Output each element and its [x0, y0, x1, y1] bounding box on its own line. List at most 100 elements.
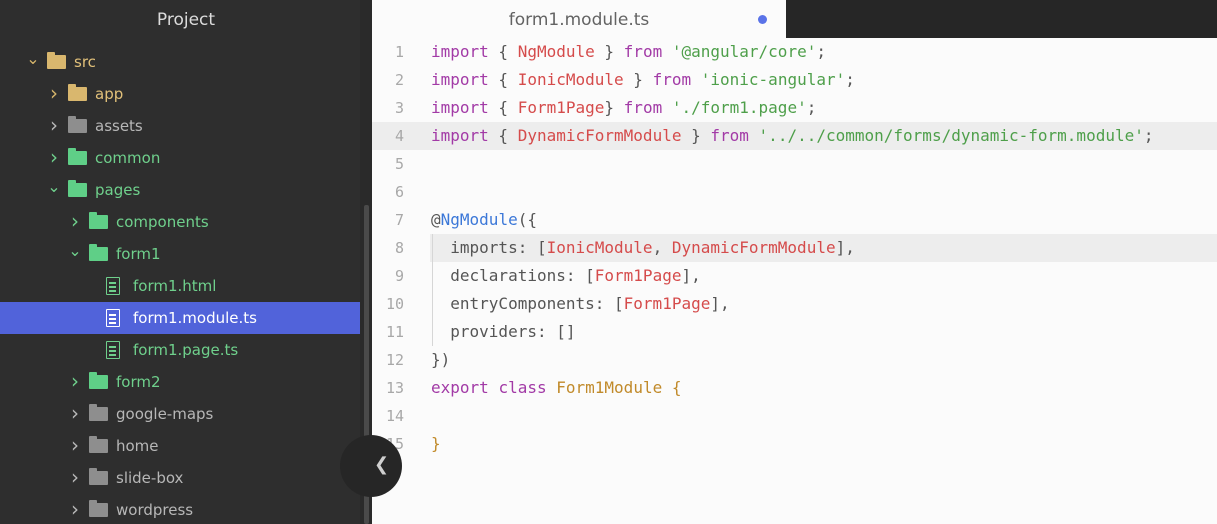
code-line[interactable]: 3 import { Form1Page} from './form1.page'… — [372, 94, 1217, 122]
chevron-right-icon[interactable]: › — [66, 209, 84, 233]
modified-indicator-icon[interactable] — [758, 15, 767, 24]
tab-label: form1.module.ts — [508, 10, 650, 30]
code-text: @NgModule({ — [431, 206, 537, 234]
tree-item-label: home — [116, 437, 159, 455]
code-line[interactable]: 4 import { DynamicFormModule } from '../.… — [372, 122, 1217, 150]
file-icon — [106, 341, 120, 359]
file-icon — [106, 309, 120, 327]
chevron-down-icon[interactable]: ⌄ — [45, 177, 63, 196]
code-token: ], — [681, 266, 701, 285]
code-line[interactable]: 2 import { IonicModule } from 'ionic-angu… — [372, 66, 1217, 94]
chevron-left-icon: ❮ — [374, 454, 390, 475]
code-line[interactable]: 5 — [372, 150, 1217, 178]
tree-folder-common[interactable]: › common — [0, 142, 360, 174]
code-line[interactable]: 11 providers: [] — [372, 318, 1217, 346]
chevron-right-icon[interactable]: › — [66, 465, 84, 489]
folder-icon — [89, 436, 108, 453]
code-token: } — [604, 98, 624, 117]
tree-file-form1-module-ts[interactable]: form1.module.ts — [0, 302, 360, 334]
code-token: DynamicFormModule — [671, 238, 836, 257]
tree-folder-slide-box[interactable]: › slide-box — [0, 462, 360, 494]
line-number: 5 — [394, 155, 404, 173]
folder-icon — [89, 212, 108, 229]
tree-file-form1-html[interactable]: form1.html — [0, 270, 360, 302]
line-number: 6 — [394, 183, 404, 201]
code-token: import — [431, 126, 489, 145]
code-text: import { DynamicFormModule } from '../..… — [431, 122, 1154, 150]
tree-folder-form2[interactable]: › form2 — [0, 366, 360, 398]
code-token: DynamicFormModule — [517, 126, 682, 145]
code-line[interactable]: 8 imports: [IonicModule, DynamicFormModu… — [372, 234, 1217, 262]
code-token: IonicModule — [517, 70, 624, 89]
code-token: from — [652, 70, 692, 89]
chevron-right-icon[interactable]: › — [66, 497, 84, 521]
tree-folder-wordpress[interactable]: › wordpress — [0, 494, 360, 524]
chevron-down-icon[interactable]: ⌄ — [66, 241, 84, 260]
code-line[interactable]: 13 export class Form1Module { — [372, 374, 1217, 402]
folder-icon — [68, 84, 87, 101]
tree-item-label: form1.page.ts — [133, 341, 239, 359]
code-token: declarations: [ — [431, 266, 595, 285]
code-line[interactable]: 15} — [372, 430, 1217, 458]
code-token: }) — [431, 350, 451, 369]
tree-folder-src[interactable]: ⌄ src — [0, 46, 360, 78]
code-token: providers: [] — [431, 322, 576, 341]
chevron-right-icon[interactable]: › — [45, 145, 63, 169]
line-number: 14 — [385, 407, 404, 425]
code-token: import — [431, 70, 489, 89]
tree-folder-form1[interactable]: ⌄ form1 — [0, 238, 360, 270]
code-line[interactable]: 14 — [372, 402, 1217, 430]
tab-form1-module[interactable]: form1.module.ts — [372, 0, 786, 38]
code-line[interactable]: 12}) — [372, 346, 1217, 374]
code-token: ({ — [517, 210, 537, 229]
code-line[interactable]: 1 import { NgModule } from '@angular/core… — [372, 38, 1217, 66]
code-text: import { NgModule } from '@angular/core'… — [431, 38, 826, 66]
tree-file-form1-page-ts[interactable]: form1.page.ts — [0, 334, 360, 366]
code-text: imports: [IonicModule, DynamicFormModule… — [431, 234, 855, 262]
tree-folder-app[interactable]: › app — [0, 78, 360, 110]
chevron-down-icon[interactable]: ⌄ — [24, 49, 42, 68]
chevron-right-icon[interactable]: › — [45, 81, 63, 105]
line-number: 7 — [394, 211, 404, 229]
tree-folder-assets[interactable]: › assets — [0, 110, 360, 142]
line-number: 10 — [385, 295, 404, 313]
code-token: { — [488, 126, 518, 145]
code-token: ; — [845, 70, 855, 89]
chevron-right-icon[interactable]: › — [45, 113, 63, 137]
code-token: Form1Module { — [556, 378, 682, 397]
tree-folder-components[interactable]: › components — [0, 206, 360, 238]
project-sidebar: Project ⌄ src › app › assets › common ⌄ pages › com… — [0, 0, 372, 524]
code-text: import { Form1Page} from './form1.page'; — [431, 94, 816, 122]
chevron-right-icon[interactable]: › — [66, 433, 84, 457]
chevron-right-icon[interactable]: › — [66, 369, 84, 393]
tree-folder-google-maps[interactable]: › google-maps — [0, 398, 360, 430]
tree-folder-home[interactable]: › home — [0, 430, 360, 462]
tree-item-label: form1 — [116, 245, 161, 263]
code-token: class — [498, 378, 547, 397]
code-editor[interactable]: 1 import { NgModule } from '@angular/core… — [372, 38, 1217, 524]
code-text: export class Form1Module { — [431, 374, 681, 402]
code-token: ], — [835, 238, 855, 257]
code-line[interactable]: 10 entryComponents: [Form1Page], — [372, 290, 1217, 318]
code-token: } — [431, 434, 441, 453]
tree-item-label: src — [74, 53, 96, 71]
code-text: entryComponents: [Form1Page], — [431, 290, 729, 318]
tree-folder-pages[interactable]: ⌄ pages — [0, 174, 360, 206]
code-line[interactable]: 7 @NgModule({ — [372, 206, 1217, 234]
code-text: declarations: [Form1Page], — [431, 262, 701, 290]
collapse-sidebar-button[interactable]: ❮ — [340, 435, 402, 497]
code-token: , — [652, 238, 672, 257]
file-icon — [106, 277, 120, 295]
chevron-right-icon[interactable]: › — [66, 401, 84, 425]
line-number: 8 — [394, 239, 404, 257]
tree-item-label: google-maps — [116, 405, 214, 423]
line-number: 4 — [394, 127, 404, 145]
code-line[interactable]: 9 declarations: [Form1Page], — [372, 262, 1217, 290]
code-token: ; — [1143, 126, 1154, 145]
folder-icon — [68, 148, 87, 165]
code-line[interactable]: 6 — [372, 178, 1217, 206]
